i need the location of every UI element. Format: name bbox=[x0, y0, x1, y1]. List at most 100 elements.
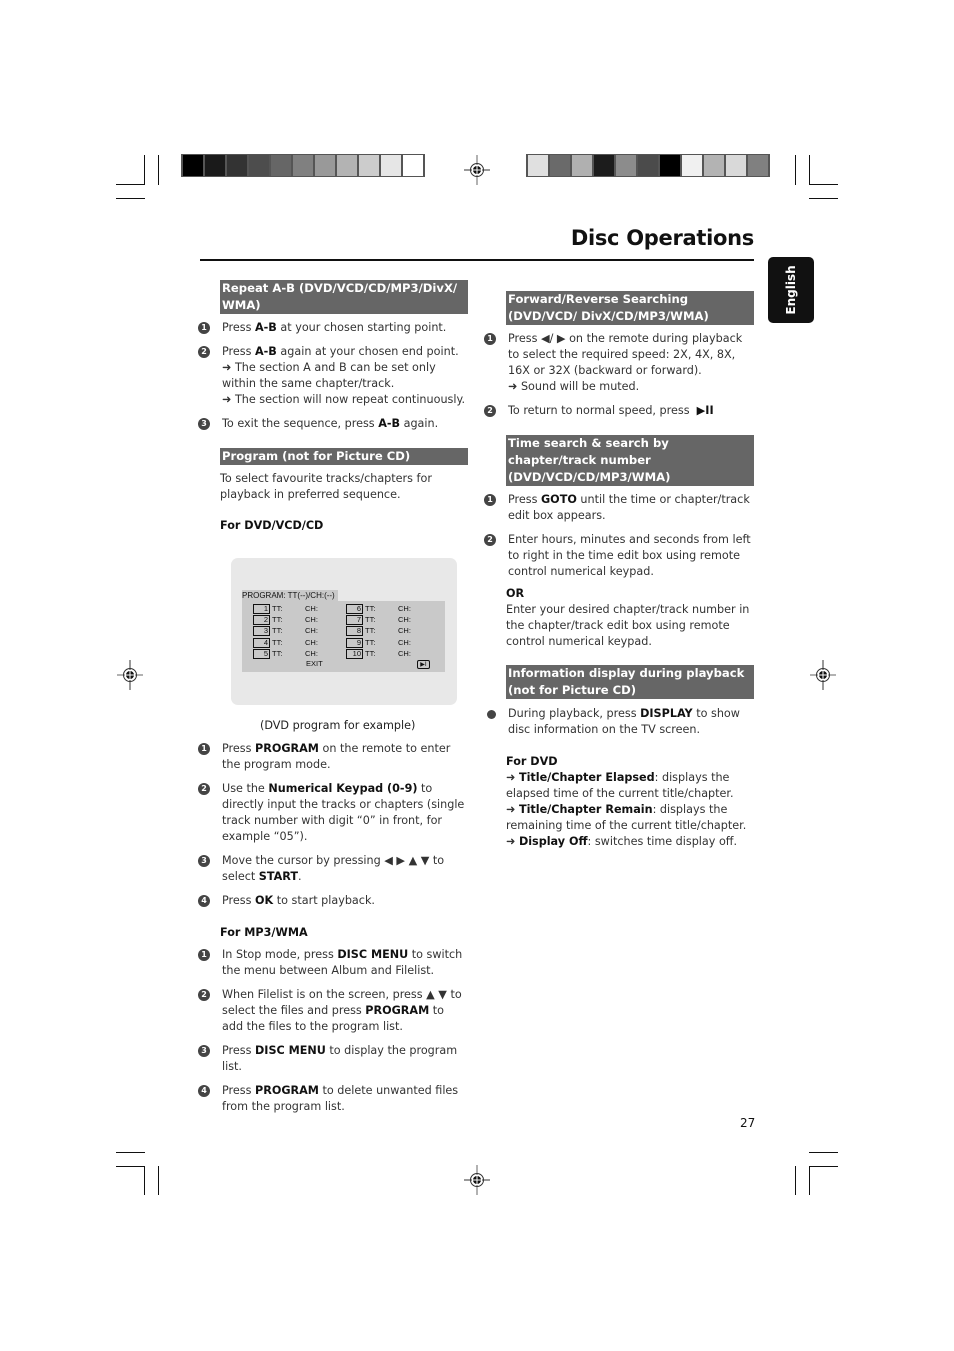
language-tab-label: English bbox=[784, 265, 798, 315]
color-swatch bbox=[616, 155, 636, 176]
crop-mark bbox=[144, 155, 145, 185]
track-label: TT: bbox=[365, 615, 376, 625]
crop-mark bbox=[116, 1152, 145, 1153]
list-item: 4 Press OK to start playback. bbox=[198, 893, 468, 909]
arrow-right-icon: ➜ bbox=[508, 380, 518, 393]
arrow-right-icon: ➜ bbox=[222, 361, 232, 374]
bullet-icon bbox=[487, 710, 496, 719]
crop-mark bbox=[809, 184, 838, 185]
crop-mark bbox=[116, 1166, 145, 1167]
step-number: 1 bbox=[198, 322, 210, 334]
step-number: 2 bbox=[484, 405, 496, 417]
program-slot-row[interactable]: 8 TT: CH: bbox=[346, 626, 411, 637]
program-slot-row[interactable]: 4 TT: CH: bbox=[253, 637, 318, 648]
list-item: 1 Press GOTO until the time or chapter/t… bbox=[484, 492, 754, 524]
color-swatch bbox=[359, 155, 379, 176]
list-item: 1 In Stop mode, press DISC MENU to switc… bbox=[198, 947, 468, 979]
color-swatch bbox=[528, 155, 548, 176]
page-number: 27 bbox=[740, 1116, 756, 1130]
color-swatch bbox=[660, 155, 680, 176]
track-label: TT: bbox=[272, 626, 283, 636]
arrow-right-icon: ➜ bbox=[506, 835, 516, 848]
or-text: Enter your desired chapter/track number … bbox=[506, 603, 750, 648]
program-slot-number: 5 bbox=[253, 648, 270, 659]
list-item: 2 Press A-B again at your chosen end poi… bbox=[198, 344, 468, 408]
subheader-mp3-wma: For MP3/WMA bbox=[220, 926, 308, 939]
track-label: TT: bbox=[365, 637, 376, 647]
color-swatch bbox=[748, 155, 768, 176]
color-calibration-bar-left bbox=[181, 154, 425, 177]
info-item: ➜ Title/Chapter Elapsed: displays the el… bbox=[506, 771, 734, 800]
program-slot-number: 8 bbox=[346, 626, 363, 637]
step-number: 2 bbox=[198, 346, 210, 358]
program-slot-row[interactable]: 1 TT: CH: bbox=[253, 604, 318, 614]
program-exit-label[interactable]: EXIT bbox=[306, 659, 323, 669]
color-swatch bbox=[682, 155, 702, 176]
program-intro: To select favourite tracks/chapters for … bbox=[220, 472, 432, 501]
list-item: 4 Press PROGRAM to delete unwanted files… bbox=[198, 1083, 468, 1115]
color-swatch bbox=[315, 155, 335, 176]
track-label: TT: bbox=[272, 615, 283, 625]
registration-mark-icon bbox=[117, 660, 143, 690]
color-swatch bbox=[381, 155, 401, 176]
program-slot-row[interactable]: 6 TT: CH: bbox=[346, 604, 411, 614]
or-label: OR bbox=[506, 587, 525, 600]
section-header-program: Program (not for Picture CD) bbox=[220, 448, 468, 465]
track-label: TT: bbox=[272, 648, 283, 658]
step-number: 1 bbox=[198, 743, 210, 755]
chapter-label: CH: bbox=[305, 637, 318, 647]
play-pause-icon[interactable]: ▶I bbox=[417, 660, 430, 669]
program-slot-number: 4 bbox=[253, 637, 270, 648]
color-swatch bbox=[227, 155, 247, 176]
program-slot-row[interactable]: 10 TT: CH: bbox=[346, 648, 411, 659]
chapter-label: CH: bbox=[305, 626, 318, 636]
program-slot-number: 9 bbox=[346, 637, 363, 648]
chapter-label: CH: bbox=[398, 604, 411, 613]
step-number: 3 bbox=[198, 855, 210, 867]
program-slot-row[interactable]: 2 TT: CH: bbox=[253, 615, 318, 626]
left-column-lower: 1 Press PROGRAM on the remote to enter t… bbox=[198, 741, 468, 1115]
program-slot-row[interactable]: 5 TT: CH: bbox=[253, 648, 318, 659]
left-column: Repeat A-B (DVD/VCD/CD/MP3/DivX/ WMA) 1 … bbox=[198, 280, 468, 534]
color-swatch bbox=[550, 155, 570, 176]
program-slot-row[interactable]: 7 TT: CH: bbox=[346, 615, 411, 626]
program-screen-heading: PROGRAM: TT(--)/CH:(--) bbox=[242, 590, 338, 601]
program-slot-number: 10 bbox=[346, 648, 363, 659]
registration-mark-icon bbox=[464, 1165, 490, 1195]
step-number: 2 bbox=[484, 534, 496, 546]
color-swatch bbox=[271, 155, 291, 176]
color-swatch bbox=[183, 155, 203, 176]
language-tab: English bbox=[768, 257, 814, 323]
chapter-label: CH: bbox=[398, 648, 411, 658]
section-header-time-search: Time search & search by chapter/track nu… bbox=[506, 435, 754, 486]
right-column: Forward/Reverse Searching (DVD/VCD/ DivX… bbox=[484, 291, 754, 850]
info-item: ➜ Title/Chapter Remain: displays the rem… bbox=[506, 803, 747, 832]
program-slot-number: 3 bbox=[253, 626, 270, 637]
step-number: 3 bbox=[198, 418, 210, 430]
step-number: 2 bbox=[198, 783, 210, 795]
crop-mark bbox=[809, 155, 810, 185]
step-number: 4 bbox=[198, 1085, 210, 1097]
track-label: TT: bbox=[365, 648, 376, 658]
color-swatch bbox=[293, 155, 313, 176]
list-item: 2 When Filelist is on the screen, press … bbox=[198, 987, 468, 1035]
subheader-for-dvd: For DVD bbox=[506, 755, 558, 768]
crop-mark bbox=[116, 184, 145, 185]
color-swatch bbox=[638, 155, 658, 176]
chapter-label: CH: bbox=[305, 648, 318, 658]
track-label: TT: bbox=[365, 626, 376, 636]
track-label: TT: bbox=[365, 604, 376, 613]
program-slot-row[interactable]: 3 TT: CH: bbox=[253, 626, 318, 637]
program-slot-row[interactable]: 9 TT: CH: bbox=[346, 637, 411, 648]
arrow-right-icon: ➜ bbox=[506, 803, 516, 816]
page-title: Disc Operations bbox=[570, 226, 754, 250]
crop-mark bbox=[158, 1166, 159, 1195]
section-header-forward-reverse: Forward/Reverse Searching (DVD/VCD/ DivX… bbox=[506, 291, 754, 325]
list-item: 3 Move the cursor by pressing ◀ ▶ ▲ ▼ to… bbox=[198, 853, 468, 885]
program-slot-number: 7 bbox=[346, 615, 363, 626]
crop-mark bbox=[116, 198, 145, 199]
crop-mark bbox=[809, 1166, 838, 1167]
list-item: 2 Use the Numerical Keypad (0-9) to dire… bbox=[198, 781, 468, 845]
track-label: TT: bbox=[272, 604, 283, 613]
color-swatch bbox=[403, 155, 423, 176]
